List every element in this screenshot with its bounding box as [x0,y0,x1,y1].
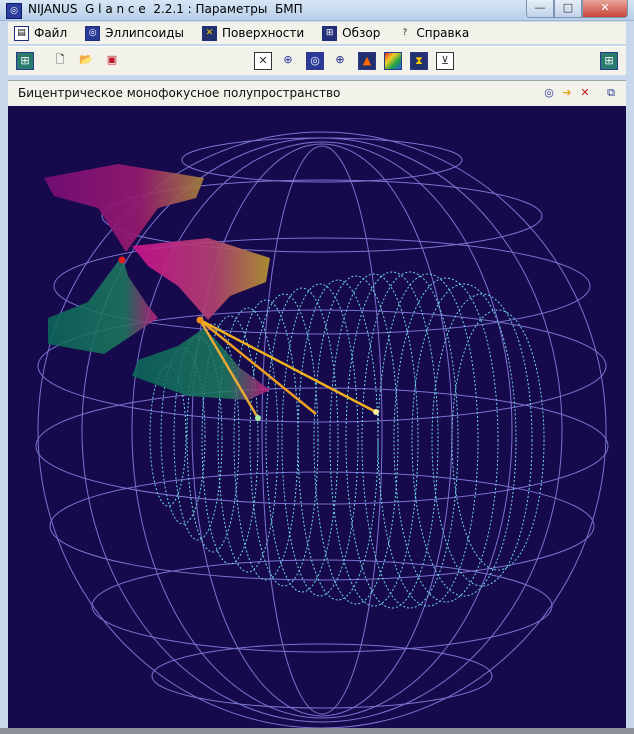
app-window: ◎ NIJANUS G l a n c e 2.2.1 : Параметры … [0,0,634,734]
menu-file[interactable]: ▤ Файл [14,25,68,41]
select-icon[interactable]: ⊻ [436,52,454,70]
restore-icon[interactable]: ⧉ [604,86,618,100]
ellipsoid-view-icon[interactable]: ◎ [542,86,556,100]
globe-grid-icon[interactable]: ⊕ [280,52,296,68]
focus-point-2 [196,316,204,324]
bottom-border [0,728,634,734]
close-button[interactable]: ✕ [582,0,628,18]
save-icon[interactable]: ▣ [104,52,120,68]
ellipsoid-icon[interactable]: ◎ [306,52,324,70]
ray-end-1 [255,415,261,421]
file-icon: ▤ [14,25,29,41]
toolbar: ⊞ 🗋 📂 ▣ ✕ ⊕ ◎ ⊕ ▲ ⧗ ⊻ ⊞ [8,46,626,75]
surfaces-icon: ✕ [202,25,218,41]
menu-bar: ▤ Файл ◎ Эллипсоиды ✕ Поверхности ⊞ Обзо… [8,22,626,44]
surface-icon[interactable]: ▲ [358,52,376,70]
menu-surfaces-label: Поверхности [222,26,305,40]
maximize-button[interactable]: □ [554,0,582,18]
menu-overview[interactable]: ⊞ Обзор [322,25,381,41]
menu-ellipsoids-label: Эллипсоиды [105,26,185,40]
table-icon[interactable]: ⊞ [16,52,34,70]
palette-icon[interactable] [384,52,402,70]
minimize-button[interactable]: — [526,0,554,18]
app-icon: ◎ [6,3,22,19]
mesh-surface [149,271,545,609]
scene-svg [35,131,609,728]
view-header: Бицентрическое монофокусное полупростран… [8,80,626,106]
menu-ellipsoids[interactable]: ◎ Эллипсоиды [85,25,185,41]
arrow-right-icon[interactable]: ➔ [560,86,574,100]
menu-overview-label: Обзор [342,26,381,40]
globe-icon[interactable]: ⊕ [332,52,348,68]
focus-point-1 [118,256,126,264]
open-folder-icon[interactable]: 📂 [78,52,94,68]
ray-end-3 [373,409,379,415]
ellipsoids-icon: ◎ [85,25,101,41]
hourglass-icon[interactable]: ⧗ [410,52,428,70]
overview-icon: ⊞ [322,25,338,41]
new-file-icon[interactable]: 🗋 [52,52,68,68]
menu-surfaces[interactable]: ✕ Поверхности [202,25,305,41]
3d-viewport[interactable] [8,106,626,728]
table-right-icon[interactable]: ⊞ [600,52,618,70]
menu-help-label: Справка [416,26,470,40]
help-icon: ? [402,27,408,38]
title-bar[interactable]: ◎ NIJANUS G l a n c e 2.2.1 : Параметры … [0,0,634,21]
view-title: Бицентрическое монофокусное полупростран… [18,86,341,100]
reset-icon[interactable]: ✕ [578,86,592,100]
menu-help[interactable]: ? Справка [398,26,469,40]
window-title: NIJANUS G l a n c e 2.2.1 : Параметры БМ… [28,2,303,16]
menu-file-label: Файл [34,26,68,40]
axes-icon[interactable]: ✕ [254,52,272,70]
